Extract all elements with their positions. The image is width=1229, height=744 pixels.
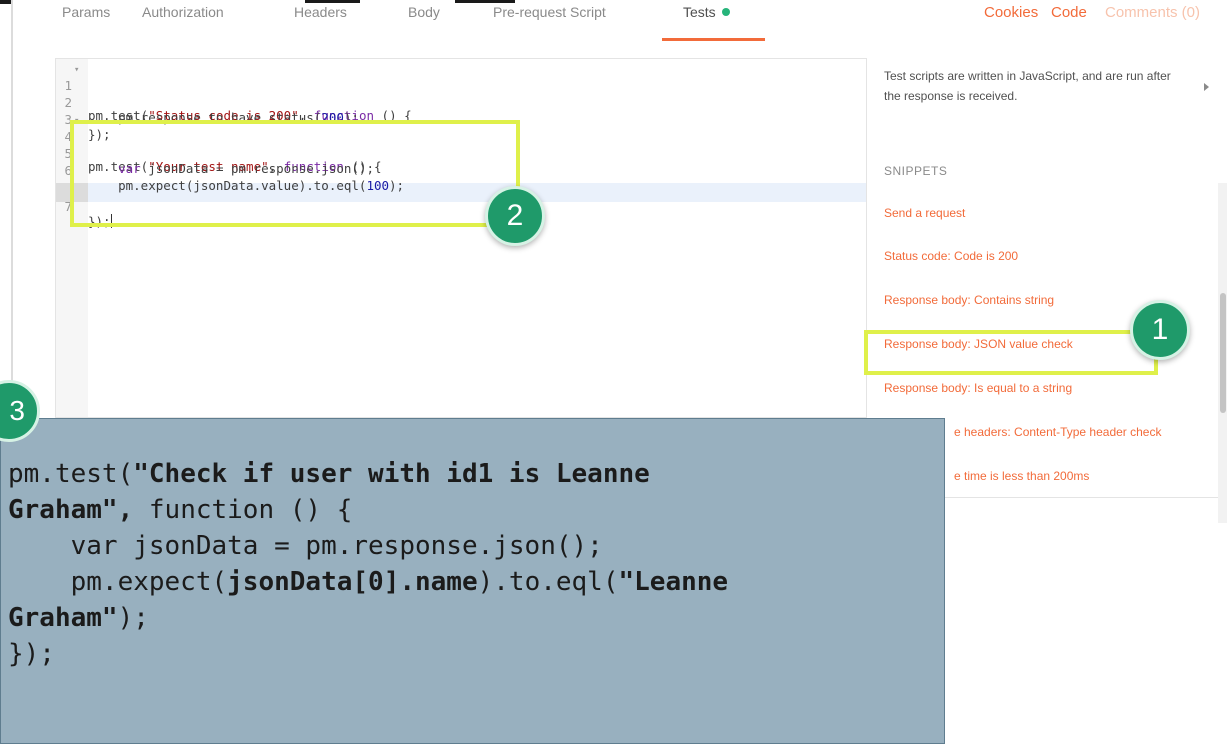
code-token: function () {	[133, 495, 353, 525]
code-emphasis: jsonData[0].name	[227, 567, 478, 597]
code-link[interactable]: Code	[1051, 4, 1087, 21]
active-tab-underline	[662, 38, 765, 41]
step-badge-2: 2	[485, 186, 545, 246]
tab-body[interactable]: Body	[408, 4, 440, 34]
tab-tests[interactable]: Tests	[683, 4, 730, 34]
tab-headers[interactable]: Headers	[294, 4, 347, 34]
code-line: 3 });	[56, 97, 110, 142]
snippet-status-code[interactable]: Status code: Code is 200	[884, 249, 1018, 263]
code-token: });	[8, 639, 55, 669]
code-line: 2 pm.response.to.have.status(200);	[56, 80, 358, 125]
code-string: "Check if user with id1 is Leanne	[133, 459, 650, 489]
snippet-send-request[interactable]: Send a request	[884, 206, 965, 220]
tab-authorization[interactable]: Authorization	[142, 4, 224, 34]
snippets-scrollbar-thumb[interactable]	[1220, 293, 1226, 413]
code-line: 1 ▾ pm.test("Status code is 200", functi…	[56, 63, 411, 123]
cookies-link[interactable]: Cookies	[984, 4, 1038, 21]
code-token: pm.test(	[8, 459, 134, 489]
tab-pre-request-script[interactable]: Pre-request Script	[493, 4, 606, 34]
comments-link[interactable]: Comments (0)	[1105, 4, 1200, 21]
code-string: "Leanne	[618, 567, 729, 597]
code-string: Graham",	[8, 495, 134, 525]
tab-params[interactable]: Params	[62, 4, 110, 34]
snippet-equal-string[interactable]: Response body: Is equal to a string	[884, 381, 1072, 395]
request-tab-bar: Params Authorization Headers Body Pre-re…	[12, 0, 1229, 44]
snippets-heading: SNIPPETS	[884, 164, 948, 178]
collapse-panel-arrow-icon[interactable]	[1204, 83, 1209, 91]
snippet-response-time[interactable]: e time is less than 200ms	[954, 469, 1089, 483]
code-token: );	[117, 603, 149, 633]
highlight-box-snippet	[864, 330, 1158, 375]
fold-arrow-icon[interactable]: ▾	[74, 65, 79, 75]
highlight-box-code	[70, 120, 520, 227]
step-badge-1: 1	[1130, 300, 1190, 360]
code-token: pm.expect(	[8, 567, 228, 597]
code-string: Graham"	[8, 603, 118, 633]
snippets-help-text: Test scripts are written in JavaScript, …	[884, 69, 1171, 103]
code-token: var jsonData = pm.response.json();	[8, 531, 603, 561]
snippet-content-type-header[interactable]: e headers: Content-Type header check	[954, 425, 1161, 439]
tab-tests-label: Tests	[683, 4, 716, 20]
code-example-card: pm.test("Check if user with id1 is Leann…	[0, 418, 945, 744]
tests-code-editor[interactable]: 1 ▾ pm.test("Status code is 200", functi…	[55, 58, 867, 418]
code-token: ).to.eql(	[477, 567, 619, 597]
snippet-contains-string[interactable]: Response body: Contains string	[884, 293, 1054, 307]
code-example: pm.test("Check if user with id1 is Leann…	[8, 456, 728, 672]
tests-indicator-dot	[721, 8, 730, 16]
